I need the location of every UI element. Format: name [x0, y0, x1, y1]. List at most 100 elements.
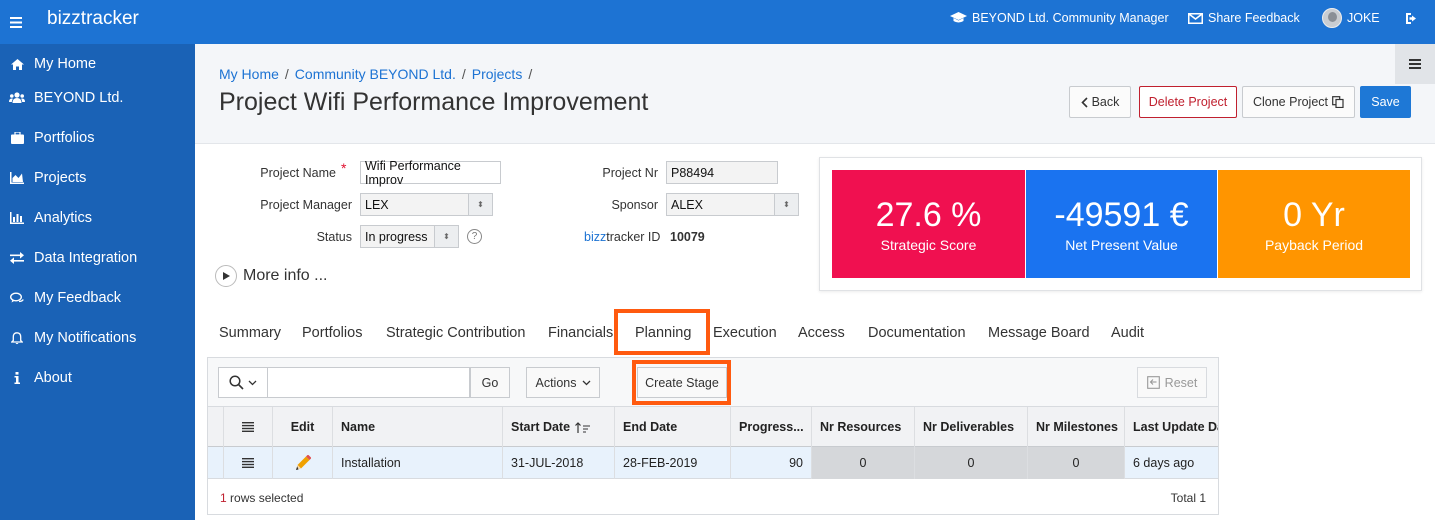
sidebar-item-data-integration[interactable]: Data Integration — [0, 238, 195, 278]
more-info-toggle[interactable]: More info ... — [215, 265, 327, 287]
tab-strategic-contribution[interactable]: Strategic Contribution — [386, 325, 525, 341]
search-input[interactable] — [267, 367, 470, 398]
id-label-rest: tracker ID — [606, 230, 661, 244]
row-selector-header[interactable] — [224, 407, 273, 447]
project-manager-label: Project Manager — [260, 198, 352, 212]
column-header-nr-milestones[interactable]: Nr Milestones — [1028, 407, 1125, 447]
tab-audit[interactable]: Audit — [1111, 325, 1144, 341]
column-header-name[interactable]: Name — [333, 407, 503, 447]
sidebar-item-label: My Home — [34, 56, 97, 72]
sidebar-item-label: Analytics — [34, 210, 93, 226]
column-header-last-update[interactable]: Last Update Da — [1125, 407, 1218, 447]
page-header: My Home / Community BEYOND Ltd. / Projec… — [195, 44, 1435, 144]
column-header-nr-deliverables[interactable]: Nr Deliverables — [915, 407, 1028, 447]
column-header-start-date[interactable]: Start Date — [503, 407, 615, 447]
cell-progress: 90 — [731, 447, 812, 479]
required-marker: * — [341, 160, 347, 176]
exchange-icon — [10, 252, 24, 264]
reset-button[interactable]: Reset — [1137, 367, 1207, 398]
sidebar-item-portfolios[interactable]: Portfolios — [0, 118, 195, 158]
sidebar-item-analytics[interactable]: Analytics — [0, 198, 195, 238]
breadcrumb-projects[interactable]: Projects — [472, 66, 523, 82]
reset-icon — [1146, 376, 1160, 389]
project-manager-select[interactable]: LEX ⬍ — [360, 193, 493, 216]
breadcrumb-community[interactable]: Community BEYOND Ltd. — [295, 66, 456, 82]
hamburger-icon — [1409, 59, 1421, 69]
sidebar-item-projects[interactable]: Projects — [0, 158, 195, 198]
table-row[interactable]: Installation 31-JUL-2018 28-FEB-2019 90 … — [208, 447, 1218, 479]
grid-header: Edit Name Start Date End Date Progress..… — [208, 407, 1218, 447]
sidebar-item-label: Portfolios — [34, 130, 95, 146]
kpi-label: Strategic Score — [880, 237, 977, 253]
clone-project-button[interactable]: Clone Project — [1242, 86, 1355, 118]
go-button[interactable]: Go — [470, 367, 510, 398]
sidebar-item-label: My Notifications — [34, 330, 137, 346]
brand-logo[interactable]: bizztracker — [47, 8, 139, 30]
region-menu-button[interactable] — [1395, 44, 1435, 84]
search-column-button[interactable] — [218, 367, 268, 398]
breadcrumb-separator: / — [461, 66, 466, 82]
tab-financials[interactable]: Financials — [548, 325, 613, 341]
edit-row-button[interactable] — [273, 447, 333, 479]
save-button[interactable]: Save — [1360, 86, 1411, 118]
bizztracker-id-value: 10079 — [670, 230, 705, 244]
sponsor-select[interactable]: ALEX ⬍ — [666, 193, 799, 216]
tab-portfolios[interactable]: Portfolios — [302, 325, 362, 341]
total-count: Total 1 — [1170, 491, 1206, 505]
tab-execution[interactable]: Execution — [713, 325, 777, 341]
pencil-icon — [295, 455, 311, 470]
bell-icon — [11, 331, 23, 344]
delete-project-button[interactable]: Delete Project — [1139, 86, 1237, 118]
role-menu[interactable]: BEYOND Ltd. Community Manager — [950, 0, 1169, 36]
create-stage-highlight — [632, 360, 731, 405]
chevron-left-icon — [1080, 96, 1088, 108]
share-feedback-link[interactable]: Share Feedback — [1188, 0, 1300, 36]
sidebar-item-my-notifications[interactable]: My Notifications — [0, 318, 195, 358]
project-manager-value: LEX — [365, 197, 389, 212]
project-nr-label: Project Nr — [602, 166, 658, 180]
users-icon — [9, 92, 25, 103]
tab-summary[interactable]: Summary — [219, 325, 281, 341]
sidebar-item-beyond-ltd[interactable]: BEYOND Ltd. — [0, 78, 195, 118]
reset-label: Reset — [1164, 375, 1198, 390]
breadcrumb-my-home[interactable]: My Home — [219, 66, 279, 82]
sidebar-item-my-feedback[interactable]: My Feedback — [0, 278, 195, 318]
column-header-end-date[interactable]: End Date — [615, 407, 731, 447]
sponsor-value: ALEX — [671, 197, 703, 212]
status-value: In progress — [365, 229, 428, 244]
actions-label: Actions — [535, 375, 577, 390]
search-icon — [229, 375, 244, 390]
sidebar-item-about[interactable]: About — [0, 358, 195, 398]
tab-access[interactable]: Access — [798, 325, 845, 341]
menu-toggle-icon[interactable] — [0, 0, 32, 44]
more-info-label: More info ... — [243, 267, 328, 284]
user-menu[interactable]: JOKE — [1322, 0, 1380, 36]
envelope-icon — [1188, 12, 1203, 24]
id-label-brand: bizz — [584, 230, 607, 244]
kpi-payback-period: 0 Yr Payback Period — [1218, 170, 1410, 278]
tab-documentation[interactable]: Documentation — [868, 325, 966, 341]
planning-tab-highlight — [614, 309, 710, 355]
stages-grid: Go Actions Create Stage Reset Edit Name … — [207, 357, 1219, 515]
clone-project-label: Clone Project — [1252, 95, 1329, 109]
help-icon[interactable]: ? — [467, 229, 482, 244]
user-name: JOKE — [1347, 11, 1380, 25]
column-header-nr-resources[interactable]: Nr Resources — [812, 407, 915, 447]
status-select[interactable]: In progress ⬍ — [360, 225, 459, 248]
column-header-edit[interactable]: Edit — [273, 407, 333, 447]
sidebar-item-label: My Feedback — [34, 290, 122, 306]
breadcrumb-separator: / — [528, 66, 533, 82]
rows-selected-label: rows selected — [226, 491, 304, 505]
cell-nr-deliverables: 0 — [915, 447, 1028, 479]
column-header-progress[interactable]: Progress... — [731, 407, 812, 447]
tab-message-board[interactable]: Message Board — [988, 325, 1090, 341]
status-label: Status — [316, 230, 352, 244]
logout-button[interactable] — [1406, 0, 1419, 36]
row-selector[interactable] — [224, 447, 273, 479]
project-name-input[interactable]: Wifi Performance Improv — [360, 159, 501, 187]
chevron-down-icon — [582, 380, 590, 385]
back-button[interactable]: Back — [1069, 86, 1131, 118]
avatar — [1322, 8, 1342, 28]
kpi-value: 27.6 % — [875, 196, 982, 234]
actions-menu-button[interactable]: Actions — [526, 367, 600, 398]
